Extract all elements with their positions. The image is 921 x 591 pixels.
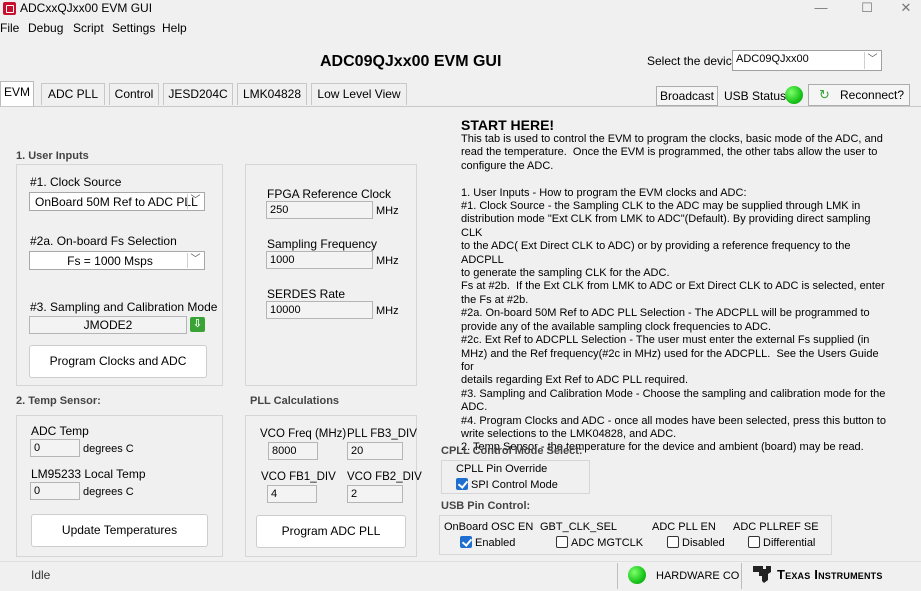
tab-jesd204c[interactable]: JESD204C <box>163 83 233 105</box>
status-divider <box>741 563 742 589</box>
vco-fb1-div-label: VCO FB1_DIV <box>261 471 336 483</box>
menu-file[interactable]: File <box>0 21 19 35</box>
chevron-down-icon: ﹀ <box>187 194 203 209</box>
adc-pll-en-check-label: Disabled <box>682 537 725 549</box>
program-clocks-button[interactable]: Program Clocks and ADC <box>29 345 207 378</box>
mode-select-down-icon[interactable]: ⇩ <box>190 317 205 332</box>
usb-pin-control-title: USB Pin Control: <box>441 500 531 512</box>
tab-adc-pll[interactable]: ADC PLL <box>41 83 105 105</box>
fpga-ref-clock-field[interactable]: 250 <box>266 201 373 219</box>
app-icon <box>3 2 16 15</box>
tab-control[interactable]: Control <box>109 83 159 105</box>
cpll-control-title: CPLL Control Mode Select: <box>441 445 583 457</box>
adc-temp-unit: degrees C <box>83 443 134 455</box>
status-divider <box>617 563 618 589</box>
adc-pllref-se-checkbox[interactable] <box>748 536 760 548</box>
page-title: ADC09QJxx00 EVM GUI <box>320 53 502 70</box>
ti-brand-text: Texas Instruments <box>777 567 883 582</box>
clock-source-label: #1. Clock Source <box>30 175 122 189</box>
chevron-down-icon: ﹀ <box>187 253 203 268</box>
pll-fb3-div-label: PLL FB3_DIV <box>347 428 417 440</box>
status-text: Idle <box>31 568 51 582</box>
adc-temp-label: ADC Temp <box>31 424 89 438</box>
gbt-clk-sel-check-label: ADC MGTCLK <box>571 537 644 549</box>
spi-control-mode-checkbox[interactable] <box>456 478 468 490</box>
sampling-frequency-label: Sampling Frequency <box>267 237 378 251</box>
usb-status-led <box>785 86 803 104</box>
cpll-override-label: CPLL Pin Override <box>456 463 548 475</box>
mode-value: JMODE2 <box>29 316 187 334</box>
tab-evm[interactable]: EVM <box>0 81 34 107</box>
fpga-ref-clock-unit: MHz <box>376 205 399 217</box>
broadcast-button[interactable]: Broadcast <box>656 86 718 106</box>
hardware-status-text: HARDWARE CO <box>656 570 740 582</box>
serdes-rate-label: SERDES Rate <box>267 287 346 301</box>
fs-selection-value: Fs = 1000 Msps <box>67 254 153 268</box>
minimize-button[interactable]: — <box>806 0 836 18</box>
vco-freq-label: VCO Freq (MHz) <box>260 428 347 440</box>
serdes-rate-unit: MHz <box>376 305 399 317</box>
serdes-rate-field[interactable]: 10000 <box>266 301 373 319</box>
hardware-status-led <box>628 566 646 584</box>
adc-pll-en-label: ADC PLL EN <box>652 521 716 533</box>
sampling-frequency-field[interactable]: 1000 <box>266 251 373 269</box>
onboard-osc-en-checkbox[interactable] <box>460 536 472 548</box>
fpga-ref-clock-label: FPGA Reference Clock <box>267 187 392 201</box>
device-select[interactable]: ADC09QJxx00 ﹀ <box>732 50 882 71</box>
device-select-value: ADC09QJxx00 <box>736 53 809 65</box>
help-text: This tab is used to control the EVM to p… <box>461 133 886 454</box>
temp-sensor-title: 2. Temp Sensor: <box>16 395 101 407</box>
menu-debug[interactable]: Debug <box>28 21 63 35</box>
tab-lmk04828[interactable]: LMK04828 <box>237 83 307 105</box>
lm95233-temp-unit: degrees C <box>83 486 134 498</box>
gbt-clk-sel-label: GBT_CLK_SEL <box>540 521 618 533</box>
vco-fb2-div-label: VCO FB2_DIV <box>347 471 422 483</box>
onboard-osc-en-label: OnBoard OSC EN <box>444 521 534 533</box>
fs-selection-select[interactable]: Fs = 1000 Msps ﹀ <box>29 251 205 270</box>
pll-calculations-title: PLL Calculations <box>250 395 340 407</box>
adc-temp-field: 0 <box>30 439 80 457</box>
maximize-button[interactable]: ☐ <box>852 0 882 18</box>
user-inputs-title: 1. User Inputs <box>16 150 89 162</box>
clock-source-select[interactable]: OnBoard 50M Ref to ADC PLL ﹀ <box>29 192 205 211</box>
menu-help[interactable]: Help <box>162 21 187 35</box>
adc-pllref-se-label: ADC PLLREF SE <box>733 521 819 533</box>
adc-pll-en-checkbox[interactable] <box>667 536 679 548</box>
vco-fb1-div-field: 4 <box>267 485 317 503</box>
close-button[interactable]: ✕ <box>891 0 921 18</box>
ti-logo-icon <box>751 563 773 585</box>
tab-low-level-view[interactable]: Low Level View <box>311 83 407 105</box>
lm95233-temp-field: 0 <box>30 482 80 500</box>
clock-source-value: OnBoard 50M Ref to ADC PLL <box>35 195 198 209</box>
refresh-icon: ↻ <box>819 87 830 102</box>
vco-freq-field: 8000 <box>268 442 318 460</box>
lm95233-temp-label: LM95233 Local Temp <box>31 467 146 481</box>
device-select-label: Select the device <box>647 54 739 68</box>
mode-label: #3. Sampling and Calibration Mode <box>30 300 218 314</box>
spi-control-mode-label: SPI Control Mode <box>471 479 558 491</box>
reconnect-button[interactable]: ↻ Reconnect? <box>808 84 910 106</box>
pll-fb3-div-field: 20 <box>347 442 403 460</box>
menu-settings[interactable]: Settings <box>112 21 155 35</box>
chevron-down-icon: ﹀ <box>864 52 880 69</box>
sampling-frequency-unit: MHz <box>376 255 399 267</box>
fs-selection-label: #2a. On-board Fs Selection <box>30 234 177 248</box>
vco-fb2-div-field: 2 <box>347 485 403 503</box>
program-adc-pll-button[interactable]: Program ADC PLL <box>256 515 406 548</box>
reconnect-label: Reconnect? <box>840 88 905 102</box>
onboard-osc-en-check-label: Enabled <box>475 537 516 549</box>
help-title: START HERE! <box>461 117 555 133</box>
usb-status-label: USB Status <box>724 89 787 103</box>
update-temperatures-button[interactable]: Update Temperatures <box>31 514 208 547</box>
window-title: ADCxxQJxx00 EVM GUI <box>20 1 153 15</box>
gbt-clk-sel-checkbox[interactable] <box>556 536 568 548</box>
menu-script[interactable]: Script <box>73 21 104 35</box>
adc-pllref-se-check-label: Differential <box>763 537 816 549</box>
